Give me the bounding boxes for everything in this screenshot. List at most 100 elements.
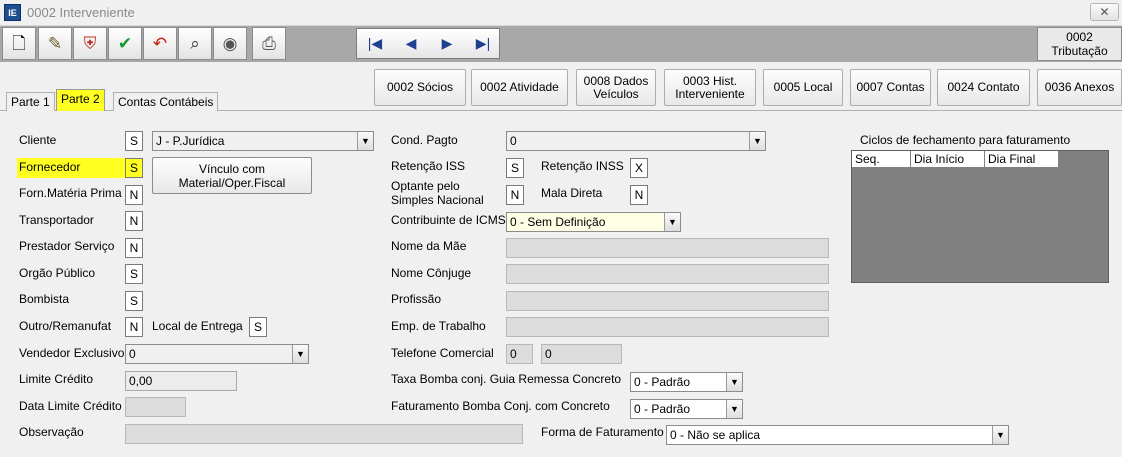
tributacao-button[interactable]: 0002 Tributação [1037, 27, 1122, 61]
emp-trabalho-input[interactable] [506, 317, 829, 337]
forn-materia-label: Forn.Matéria Prima [19, 186, 122, 200]
profissao-input[interactable] [506, 291, 829, 311]
anexos-button[interactable]: 0036 Anexos [1037, 69, 1122, 106]
contas-button[interactable]: 0007 Contas [850, 69, 931, 106]
retencao-inss-label: Retenção INSS [541, 159, 624, 173]
transportador-flag[interactable]: N [125, 211, 143, 231]
fat-bomba-label: Faturamento Bomba Conj. com Concreto [391, 399, 610, 413]
taxa-bomba-value: 0 - Padrão [634, 375, 691, 389]
chevron-down-icon: ▼ [664, 213, 680, 231]
edit-button[interactable]: ✎ [38, 27, 72, 60]
col-header-seq[interactable]: Seq. [852, 151, 911, 168]
shield-icon: ⛨ [83, 34, 97, 53]
fornecedor-flag[interactable]: S [125, 158, 143, 178]
save-button[interactable]: ◉ [213, 27, 247, 60]
col-header-dia-final[interactable]: Dia Final [985, 151, 1059, 168]
contribuinte-value: 0 - Sem Definição [510, 215, 606, 229]
tab-parte-1[interactable]: Parte 1 [6, 92, 55, 111]
confirm-button[interactable]: ✔ [108, 27, 142, 60]
mala-direta-label: Mala Direta [541, 186, 603, 200]
socios-button[interactable]: 0002 Sócios [374, 69, 466, 106]
telefone-label: Telefone Comercial [391, 346, 494, 360]
optante-label-line2: Simples Nacional [391, 193, 484, 207]
cliente-flag[interactable]: S [125, 131, 143, 151]
optante-label: Optante pelo Simples Nacional [391, 179, 484, 207]
chevron-down-icon: ▼ [357, 132, 373, 150]
vinculo-line2: Material/Oper.Fiscal [178, 176, 286, 190]
prestador-flag[interactable]: N [125, 238, 143, 258]
local-entrega-flag[interactable]: S [249, 317, 267, 337]
fat-bomba-select[interactable]: 0 - Padrão ▼ [630, 399, 743, 419]
outro-label: Outro/Remanufat [19, 319, 112, 333]
tab-parte-2[interactable]: Parte 2 [56, 89, 105, 111]
vinculo-line1: Vínculo com [198, 162, 266, 176]
emp-trabalho-label: Emp. de Trabalho [391, 319, 486, 333]
mala-direta-flag[interactable]: N [630, 185, 648, 205]
last-record-button[interactable]: ▶| [465, 29, 501, 58]
forn-materia-flag[interactable]: N [125, 185, 143, 205]
search-button[interactable]: ⌕ [178, 27, 212, 60]
record-navigator: |◀ ◀ ▶ ▶| [356, 28, 500, 59]
chevron-down-icon: ▼ [749, 132, 765, 150]
binoculars-icon: ⌕ [190, 34, 200, 53]
cliente-tipo-select[interactable]: J - P.Jurídica ▼ [152, 131, 374, 151]
tab-contas-contabeis[interactable]: Contas Contábeis [113, 92, 219, 111]
orgao-flag[interactable]: S [125, 264, 143, 284]
ciclos-title: Ciclos de fechamento para faturamento [860, 133, 1071, 147]
hist-line2: Interveniente [675, 86, 745, 101]
vinculo-material-button[interactable]: Vínculo com Material/Oper.Fiscal [152, 157, 312, 194]
retencao-iss-flag[interactable]: S [506, 158, 524, 178]
outro-flag[interactable]: N [125, 317, 143, 337]
hist-interveniente-button[interactable]: 0003 Hist. Interveniente [664, 69, 756, 106]
app-icon: IE [4, 4, 21, 21]
edit-icon: ✎ [47, 34, 63, 53]
optante-flag[interactable]: N [506, 185, 524, 205]
fornecedor-label: Fornecedor [17, 158, 139, 178]
print-button[interactable]: ⎙ [252, 27, 286, 60]
chevron-down-icon: ▼ [726, 373, 742, 391]
local-button[interactable]: 0005 Local [763, 69, 843, 106]
new-button[interactable]: 🗋 [2, 27, 36, 60]
ciclos-grid[interactable]: Seq. Dia Início Dia Final [851, 150, 1109, 283]
observacao-label: Observação [19, 425, 84, 439]
first-record-button[interactable]: |◀ [357, 29, 393, 58]
vendedor-select[interactable]: 0 ▼ [125, 344, 309, 364]
cond-pagto-select[interactable]: 0 ▼ [506, 131, 766, 151]
shield-button[interactable]: ⛨ [73, 27, 107, 60]
chevron-down-icon: ▼ [726, 400, 742, 418]
profissao-label: Profissão [391, 292, 442, 306]
data-limite-input[interactable] [125, 397, 186, 417]
cliente-label: Cliente [19, 133, 57, 147]
taxa-bomba-select[interactable]: 0 - Padrão ▼ [630, 372, 743, 392]
tributacao-label: Tributação [1051, 44, 1108, 58]
contato-button[interactable]: 0024 Contato [937, 69, 1030, 106]
atividade-button[interactable]: 0002 Atividade [471, 69, 568, 106]
dados-veiculos-line1: 0008 Dados [583, 73, 649, 88]
prev-record-button[interactable]: ◀ [393, 29, 429, 58]
forma-faturamento-select[interactable]: 0 - Não se aplica ▼ [666, 425, 1009, 445]
observacao-input[interactable] [125, 424, 523, 444]
bombista-flag[interactable]: S [125, 291, 143, 311]
bombista-label: Bombista [19, 292, 70, 306]
limite-credito-input[interactable]: 0,00 [125, 371, 237, 391]
telefone-ddd-input[interactable]: 0 [506, 344, 533, 364]
next-record-button[interactable]: ▶ [429, 29, 465, 58]
contribuinte-icms-select[interactable]: 0 - Sem Definição ▼ [506, 212, 681, 232]
col-header-dia-inicio[interactable]: Dia Início [911, 151, 985, 168]
nome-mae-input[interactable] [506, 238, 829, 258]
check-icon: ✔ [117, 34, 133, 53]
undo-button[interactable]: ↶ [143, 27, 177, 60]
printer-icon: ⎙ [262, 34, 276, 53]
nome-conjuge-input[interactable] [506, 264, 829, 284]
window-title: 0002 Interveniente [27, 5, 135, 20]
title-bar [0, 0, 1122, 26]
orgao-label: Orgão Público [19, 266, 96, 280]
dados-veiculos-button[interactable]: 0008 Dados Veículos [576, 69, 656, 106]
taxa-bomba-label: Taxa Bomba conj. Guia Remessa Concreto [391, 372, 622, 386]
telefone-numero-input[interactable]: 0 [541, 344, 622, 364]
cond-pagto-label: Cond. Pagto [391, 133, 458, 147]
close-button[interactable]: ✕ [1090, 3, 1119, 21]
forma-fat-value: 0 - Não se aplica [670, 428, 761, 442]
retencao-inss-flag[interactable]: X [630, 158, 648, 178]
vendedor-value: 0 [129, 347, 136, 361]
